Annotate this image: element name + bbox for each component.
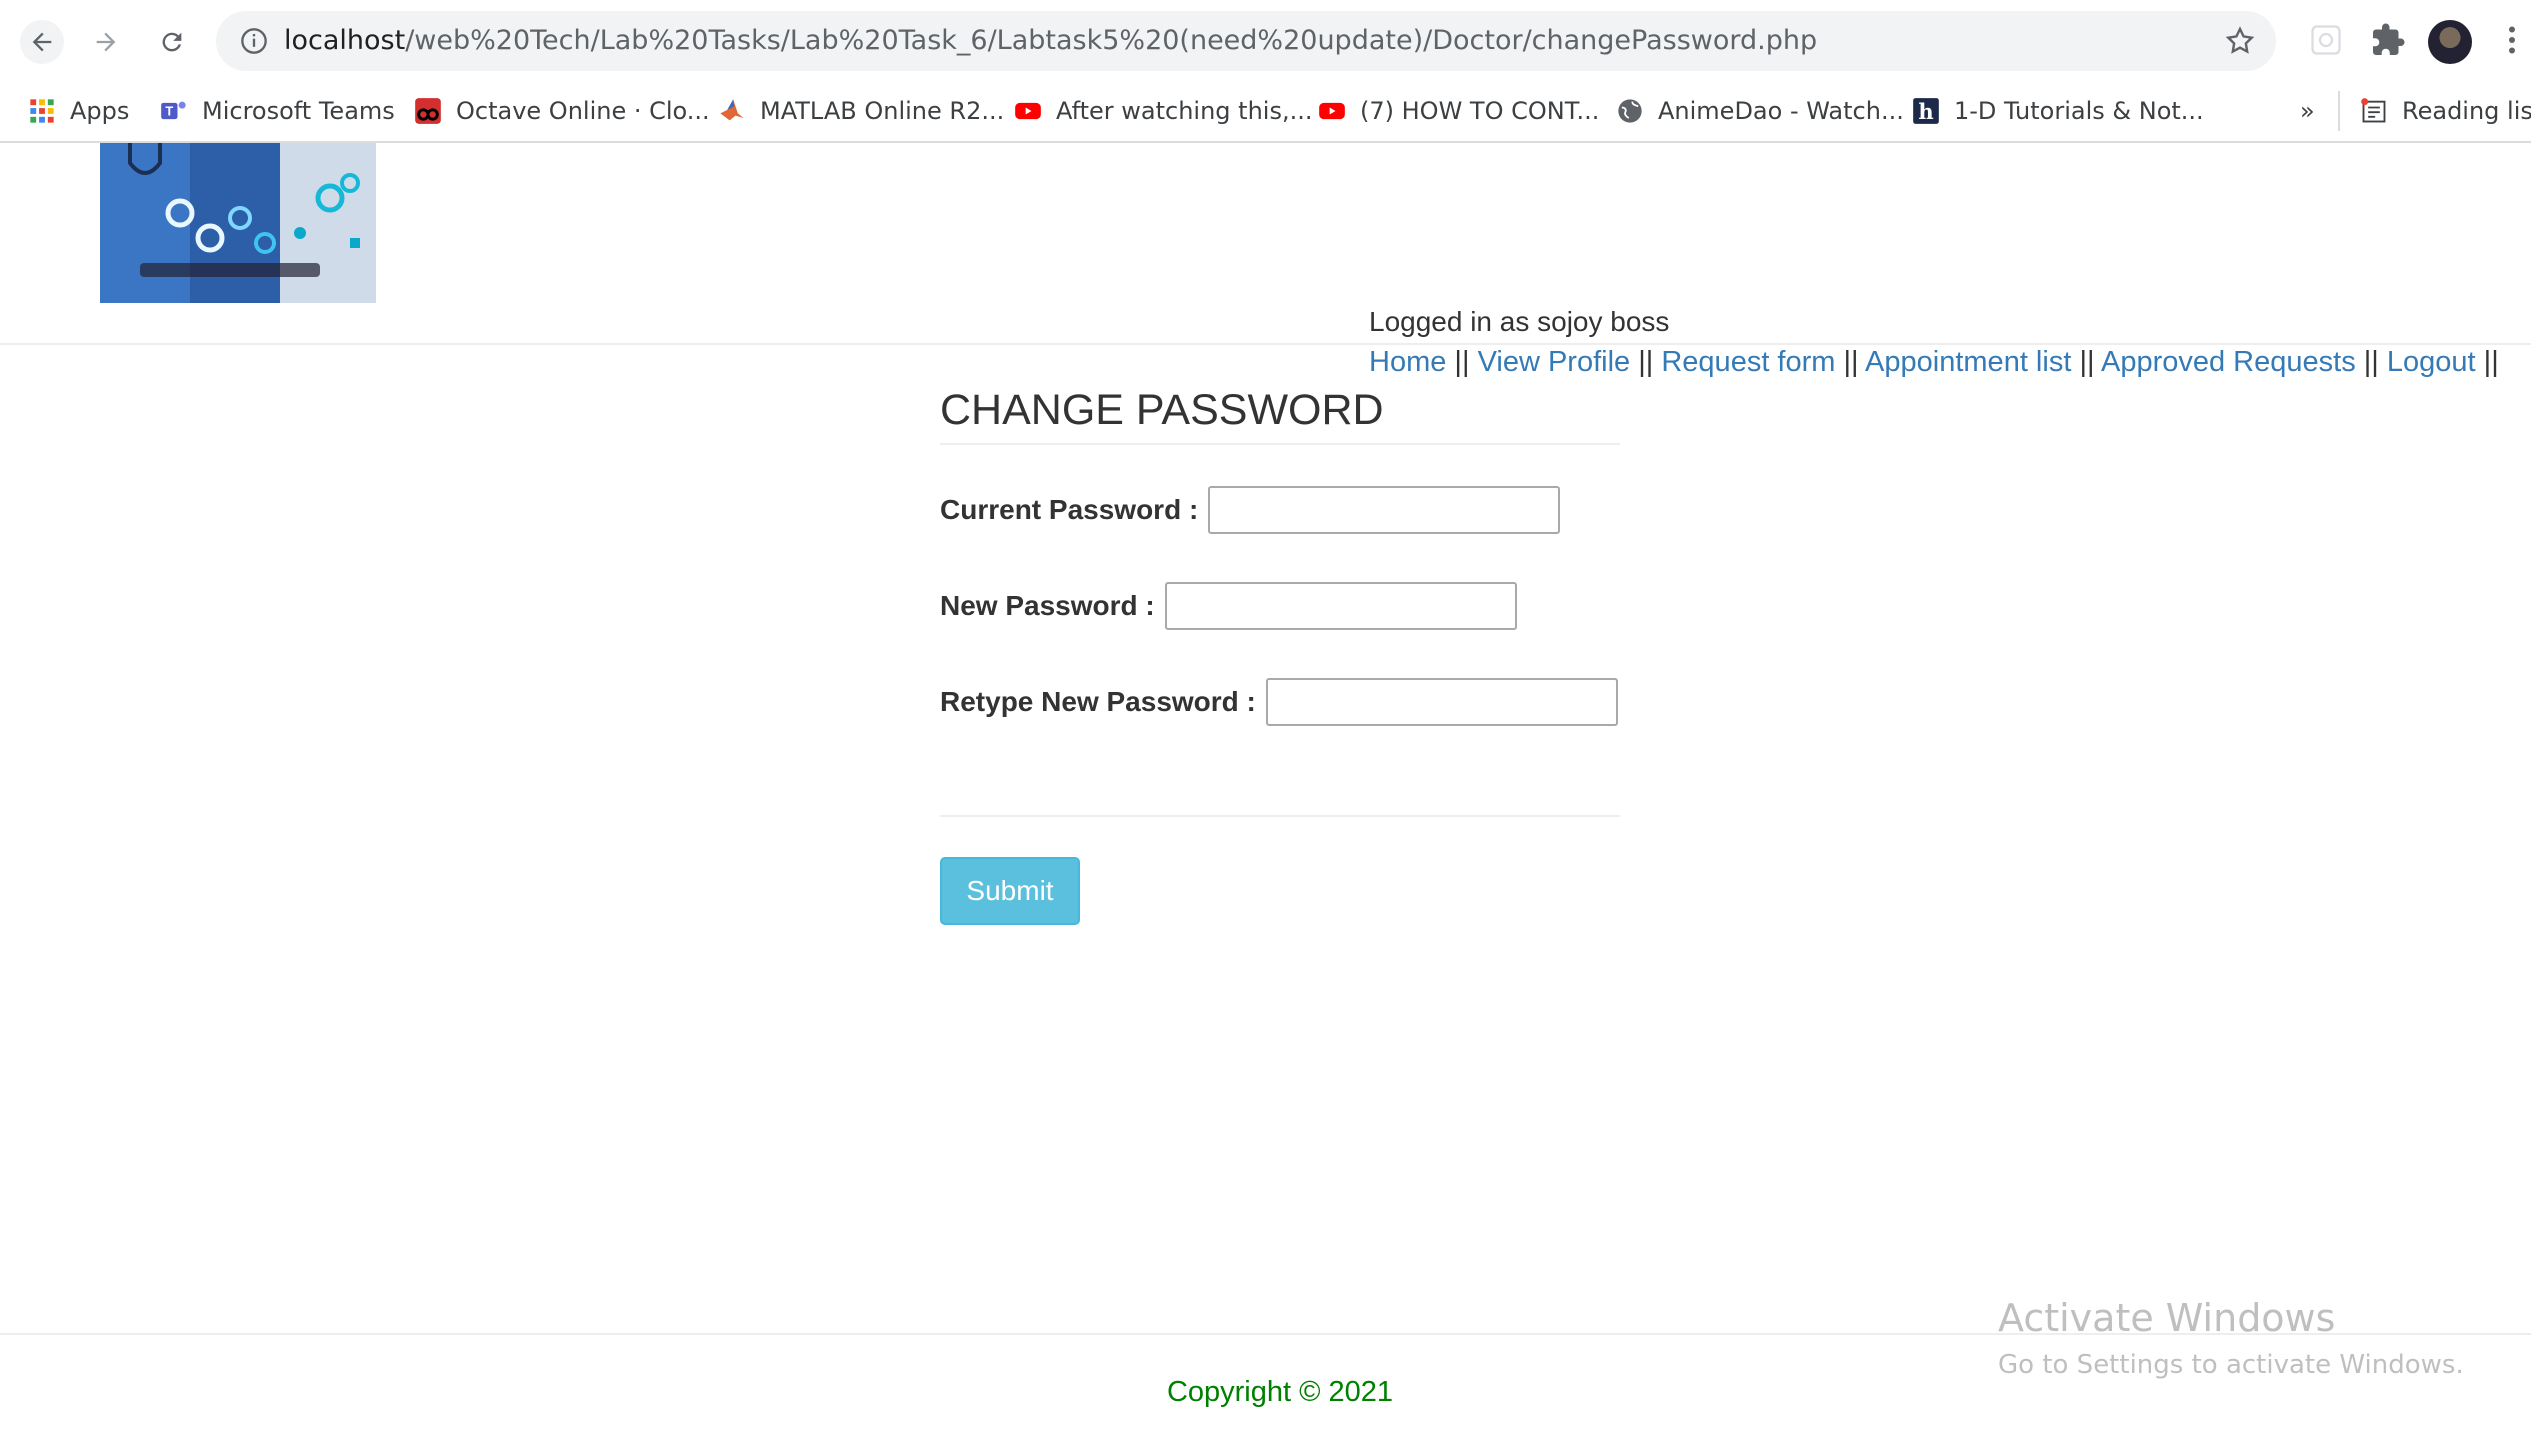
bookmark-octave[interactable]: Octave Online · Clo... [414, 91, 710, 131]
bookmark-star-icon[interactable] [2224, 25, 2256, 57]
nav-separator: || [1843, 346, 1859, 378]
bookmark-label: 1-D Tutorials & Not... [1954, 97, 2204, 125]
copyright-text: Copyright © 2021 [1166, 1376, 1394, 1408]
forward-arrow-icon [96, 32, 116, 52]
bookmark-animedao[interactable]: AnimeDao - Watch... [1616, 91, 1904, 131]
bookmark-label: (7) HOW TO CONT... [1360, 97, 1600, 125]
nav-view-profile-link[interactable]: View Profile [1478, 346, 1631, 378]
reading-list-button[interactable]: Reading list [2360, 91, 2531, 131]
svg-text:T: T [165, 104, 173, 119]
apps-grid-icon [30, 99, 54, 123]
change-password-form: CHANGE PASSWORD Current Password : New P… [940, 386, 1620, 925]
bookmarks-bar: Apps T Microsoft Teams Octave Online · C… [0, 83, 2531, 143]
matlab-icon [720, 99, 744, 121]
bookmarks-divider [2338, 91, 2340, 131]
bookmark-label: AnimeDao - Watch... [1658, 97, 1904, 125]
nav-request-form-link[interactable]: Request form [1661, 346, 1835, 378]
nav-separator: || [2079, 346, 2095, 378]
teams-icon: T [161, 101, 186, 120]
new-password-row: New Password : [940, 582, 1517, 630]
bookmark-apps[interactable]: Apps [28, 91, 129, 131]
retype-password-row: Retype New Password : [940, 678, 1618, 726]
top-navigation: Home || View Profile || Request form || … [1369, 346, 2499, 379]
globe-icon [1618, 99, 1642, 123]
url-path: /web%20Tech/Lab%20Tasks/Lab%20Task_6/Lab… [405, 25, 1818, 56]
nav-logout-link[interactable]: Logout [2387, 346, 2476, 378]
activate-windows-subtitle: Go to Settings to activate Windows. [1998, 1350, 2464, 1380]
bookmark-matlab[interactable]: MATLAB Online R2... [718, 91, 1004, 131]
nav-separator: || [1638, 346, 1654, 378]
extensions-puzzle-icon[interactable] [2370, 22, 2406, 58]
retype-password-label: Retype New Password : [940, 686, 1256, 717]
address-bar[interactable]: localhost/web%20Tech/Lab%20Tasks/Lab%20T… [216, 11, 2276, 71]
nav-home-link[interactable]: Home [1369, 346, 1446, 378]
form-title: CHANGE PASSWORD [940, 386, 1620, 445]
bookmark-teams[interactable]: T Microsoft Teams [160, 91, 395, 131]
new-password-label: New Password : [940, 590, 1155, 621]
bookmark-youtube-2[interactable]: (7) HOW TO CONT... [1318, 91, 1599, 131]
back-button[interactable] [20, 20, 64, 64]
back-arrow-icon [32, 32, 52, 52]
browser-toolbar: localhost/web%20Tech/Lab%20Tasks/Lab%20T… [0, 0, 2531, 83]
activate-windows-title: Activate Windows [1998, 1296, 2336, 1340]
reading-list-icon [2361, 98, 2386, 123]
svg-text:h: h [1918, 99, 1933, 124]
reading-list-label: Reading list [2402, 97, 2531, 125]
reload-icon [162, 32, 182, 52]
octave-icon [415, 98, 441, 124]
logged-in-text: Logged in as sojoy boss [1369, 306, 1670, 337]
header-banner-image [100, 143, 376, 303]
current-password-row: Current Password : [940, 486, 1561, 534]
form-divider [940, 815, 1620, 817]
youtube-icon [1319, 102, 1345, 120]
menu-dots-icon[interactable] [2502, 22, 2522, 58]
bookmark-label: After watching this,... [1056, 97, 1313, 125]
nav-approved-requests-link[interactable]: Approved Requests [2101, 346, 2356, 378]
doctor-tablet-illustration [100, 143, 376, 303]
info-icon[interactable] [240, 27, 268, 55]
submit-button[interactable]: Submit [940, 857, 1080, 925]
bookmark-label: Microsoft Teams [202, 97, 395, 125]
nav-separator: || [2363, 346, 2379, 378]
retype-password-input[interactable] [1265, 678, 1618, 726]
url-text: localhost/web%20Tech/Lab%20Tasks/Lab%20T… [284, 25, 1817, 56]
nav-separator: || [2483, 346, 2499, 378]
bookmark-tutorials[interactable]: h 1-D Tutorials & Not... [1912, 91, 2204, 131]
current-password-input[interactable] [1208, 486, 1561, 534]
bookmarks-overflow-button[interactable]: » [2300, 91, 2315, 131]
nav-appointment-list-link[interactable]: Appointment list [1865, 346, 2071, 378]
bookmark-youtube-1[interactable]: After watching this,... [1014, 91, 1312, 131]
current-password-label: Current Password : [940, 494, 1199, 525]
extension-icon[interactable] [2308, 22, 2344, 58]
profile-avatar[interactable] [2428, 20, 2472, 64]
bookmark-label: Octave Online · Clo... [456, 97, 710, 125]
forward-button[interactable] [84, 20, 128, 64]
url-host: localhost [284, 25, 406, 56]
reload-button[interactable] [150, 20, 194, 64]
youtube-icon [1015, 102, 1041, 120]
header-divider [0, 343, 2531, 345]
nav-separator: || [1454, 346, 1470, 378]
new-password-input[interactable] [1164, 582, 1517, 630]
bookmark-label: Apps [70, 97, 130, 125]
h-icon: h [1913, 98, 1939, 124]
bookmark-label: MATLAB Online R2... [760, 97, 1005, 125]
